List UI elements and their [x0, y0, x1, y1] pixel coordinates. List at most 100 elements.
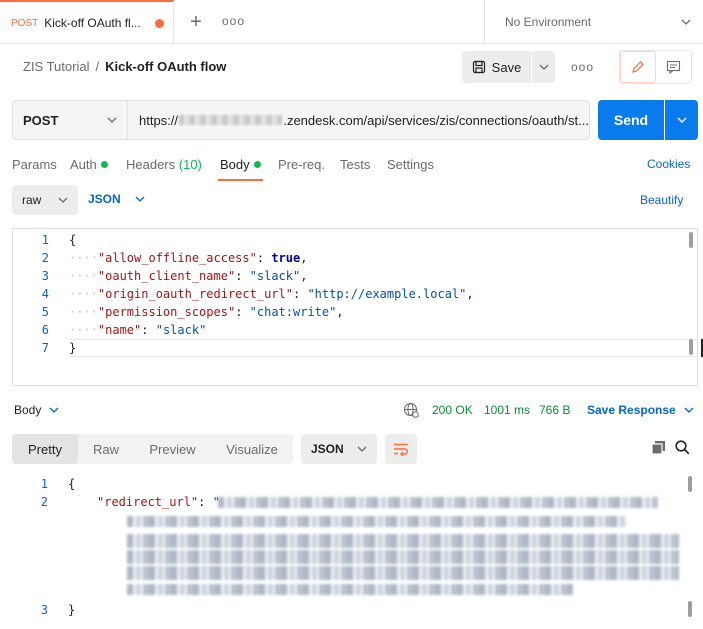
code-line: ····"allow_offline_access": true,: [69, 251, 308, 265]
tab-auth[interactable]: Auth: [70, 157, 108, 172]
json-value: "slack": [249, 269, 301, 283]
line-number: 5: [41, 305, 49, 319]
auth-active-indicator: [100, 161, 108, 168]
send-button[interactable]: Send: [598, 100, 664, 140]
beautify-button[interactable]: Beautify: [640, 193, 683, 207]
more-icon: ooo: [571, 60, 595, 74]
request-more-button[interactable]: ooo: [571, 60, 594, 74]
save-button[interactable]: Save: [462, 51, 531, 83]
response-size[interactable]: 766 B: [539, 403, 570, 417]
body-language-value: JSON: [88, 192, 121, 206]
body-language-select[interactable]: JSON: [88, 192, 145, 206]
redacted-redirect-url: [127, 584, 573, 595]
redacted-redirect-url: [127, 550, 679, 564]
request-body-editor[interactable]: 1 { 2 ····"allow_offline_access": true, 3 ·…: [12, 228, 703, 386]
response-format-select[interactable]: JSON: [301, 434, 377, 464]
json-comma: ,: [300, 269, 308, 283]
json-comma: ,: [300, 251, 308, 265]
line-number: 1: [40, 477, 48, 491]
environment-select[interactable]: No Environment: [484, 0, 703, 44]
code-line: "redirect_url": ": [97, 495, 220, 509]
pencil-icon: [631, 61, 644, 73]
line-number: 2: [41, 251, 49, 265]
more-tabs-button[interactable]: ooo: [222, 14, 245, 28]
tab-title: Kick-off OAuth fl...: [44, 16, 141, 30]
http-method-select[interactable]: POST: [12, 100, 128, 140]
json-value: "chat:write": [249, 305, 337, 319]
json-comma: ,: [336, 305, 344, 319]
response-view-tabs: Pretty Raw Preview Visualize: [12, 434, 293, 464]
tab-settings[interactable]: Settings: [387, 157, 434, 172]
line-number: 7: [41, 341, 49, 355]
view-tab-raw[interactable]: Raw: [78, 434, 134, 464]
view-mode-toggle: [619, 50, 692, 84]
response-body-viewer[interactable]: 1 { 2 "redirect_url": " 3}: [12, 470, 698, 626]
url-prefix: https://: [139, 112, 179, 128]
tab-params[interactable]: Params: [12, 157, 57, 172]
tab-prereq[interactable]: Pre-req.: [278, 157, 325, 172]
search-icon[interactable]: [675, 440, 690, 455]
editor-scrollbar-marker: [689, 339, 693, 355]
save-icon: [472, 60, 485, 74]
edit-mode-button[interactable]: [620, 51, 656, 83]
tab-headers[interactable]: Headers (10): [126, 157, 202, 172]
chevron-down-icon: [684, 407, 694, 413]
view-tab-pretty[interactable]: Pretty: [12, 434, 78, 464]
active-tab-underline: [218, 179, 263, 181]
chevron-down-icon: [539, 64, 548, 70]
environment-label: No Environment: [505, 15, 592, 29]
request-tab-active[interactable]: POST Kick-off OAuth fl...: [0, 0, 174, 44]
tab-auth-label: Auth: [70, 157, 97, 172]
chevron-down-icon: [357, 446, 367, 452]
comment-icon: [666, 60, 680, 74]
save-response-label: Save Response: [587, 403, 676, 417]
url-input[interactable]: https:// .zendesk.com/api/services/zis/c…: [128, 100, 590, 140]
line-number: 3: [41, 269, 49, 283]
view-tab-visualize[interactable]: Visualize: [211, 434, 293, 464]
tab-body[interactable]: Body: [220, 157, 261, 172]
request-name[interactable]: Kick-off OAuth flow: [105, 59, 226, 74]
cookies-link[interactable]: Cookies: [647, 157, 690, 171]
headers-count: (10): [178, 157, 202, 172]
chevron-down-icon: [58, 197, 68, 203]
response-body-select[interactable]: Body: [14, 403, 59, 417]
code-line: ····"permission_scopes": "chat:write",: [69, 305, 344, 319]
response-body-label: Body: [14, 403, 42, 417]
breadcrumb-collection[interactable]: ZIS Tutorial: [23, 59, 89, 74]
response-time[interactable]: 1001 ms: [484, 403, 530, 417]
line-number: 2: [40, 495, 48, 509]
code-line: ····"oauth_client_name": "slack",: [69, 269, 308, 283]
line-number: 4: [41, 287, 49, 301]
unsaved-indicator-icon[interactable]: [154, 18, 164, 28]
http-method-value: POST: [23, 112, 59, 128]
response-scrollbar[interactable]: [688, 476, 692, 492]
json-key: "allow_offline_access": [97, 251, 257, 265]
breadcrumb: ZIS Tutorial / Kick-off OAuth flow: [23, 59, 226, 74]
copy-icon[interactable]: [651, 440, 666, 455]
response-scrollbar-marker: [688, 601, 692, 617]
json-value: "http://example.local": [307, 287, 467, 301]
more-icon: ooo: [222, 14, 246, 28]
globe-icon[interactable]: [403, 402, 419, 418]
chevron-down-icon: [107, 117, 117, 123]
chevron-down-icon: [681, 19, 691, 25]
editor-scrollbar[interactable]: [689, 232, 693, 248]
view-tab-preview[interactable]: Preview: [134, 434, 211, 464]
save-options-dropdown[interactable]: [531, 51, 555, 83]
json-value: true: [271, 251, 301, 265]
new-tab-button[interactable]: +: [183, 10, 209, 34]
json-key: "redirect_url": [97, 495, 199, 509]
save-response-button[interactable]: Save Response: [587, 403, 694, 417]
code-line: {: [68, 477, 76, 491]
line-number: 1: [41, 233, 49, 247]
tab-tests[interactable]: Tests: [340, 157, 370, 172]
wrap-lines-button[interactable]: [385, 434, 417, 464]
chevron-down-icon: [677, 117, 686, 123]
send-options-dropdown[interactable]: [665, 100, 698, 140]
wrap-icon: [394, 443, 409, 456]
response-status[interactable]: 200 OK: [432, 403, 473, 417]
documentation-mode-button[interactable]: [656, 51, 691, 83]
json-comma: ,: [466, 287, 474, 301]
body-mode-select[interactable]: raw: [12, 185, 78, 215]
line-number: 6: [41, 323, 49, 337]
